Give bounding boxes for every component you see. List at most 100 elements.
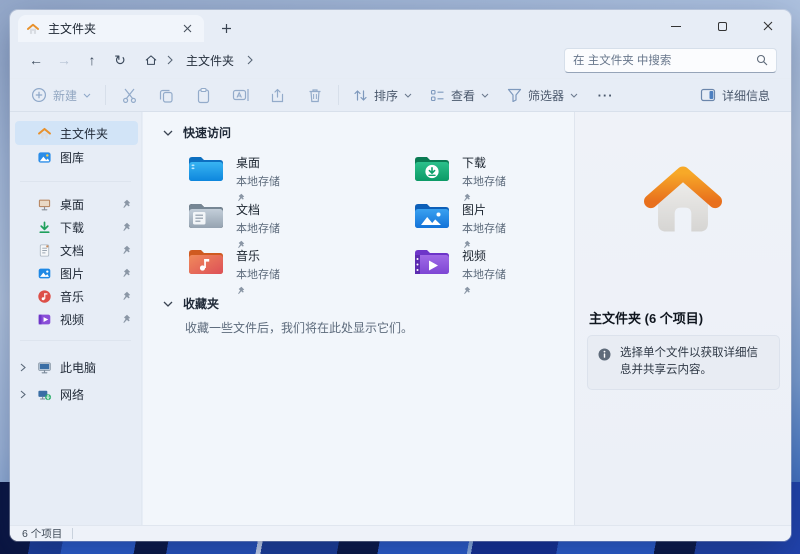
- details-panel-icon: [700, 88, 716, 102]
- file-explorer-window: 主文件夹 ← → ↑ ↻ 主文件夹: [10, 10, 791, 541]
- details-pane: 主文件夹 (6 个项目) 选择单个文件以获取详细信息并共享云内容。: [574, 112, 791, 525]
- new-button[interactable]: 新建: [22, 81, 100, 109]
- details-info-text: 选择单个文件以获取详细信息并共享云内容。: [620, 345, 769, 380]
- paste-button[interactable]: [185, 81, 222, 109]
- pin-icon: [121, 222, 131, 232]
- share-icon: [269, 87, 286, 104]
- sidebar-item-label: 下载: [60, 219, 84, 236]
- tab-home-folder[interactable]: 主文件夹: [18, 15, 204, 42]
- sidebar-separator: [20, 340, 131, 341]
- filter-button-label: 筛选器: [528, 87, 564, 104]
- item-count: 6 个项目: [22, 526, 62, 541]
- details-title: 主文件夹 (6 个项目): [589, 308, 703, 327]
- cut-button[interactable]: [111, 81, 148, 109]
- sort-icon: [353, 88, 368, 103]
- tile-name: 文档: [236, 201, 280, 218]
- sidebar-item-music[interactable]: 音乐: [15, 284, 138, 308]
- tile-name: 下载: [462, 154, 506, 171]
- sidebar-item-network[interactable]: 网络: [15, 382, 138, 406]
- tile-subtitle: 本地存储: [462, 266, 506, 282]
- search-input[interactable]: 在 主文件夹 中搜索: [564, 48, 777, 73]
- sidebar-item-home[interactable]: 主文件夹: [15, 121, 138, 145]
- chevron-down-icon: [163, 130, 173, 136]
- favorites-header[interactable]: 收藏夹: [163, 295, 219, 312]
- sidebar-item-downloads[interactable]: 下载: [15, 215, 138, 239]
- status-divider: [72, 528, 73, 539]
- sidebar-item-label: 图片: [60, 265, 84, 282]
- breadcrumb-separator-icon: [167, 55, 173, 65]
- gallery-icon: [37, 150, 52, 165]
- delete-button[interactable]: [296, 81, 333, 109]
- maximize-icon: [718, 22, 727, 31]
- sidebar-item-videos[interactable]: 视频: [15, 307, 138, 331]
- sidebar-item-pictures[interactable]: 图片: [15, 261, 138, 285]
- view-button[interactable]: 查看: [421, 81, 498, 109]
- pin-icon: [121, 199, 131, 209]
- downloads-icon: [37, 220, 52, 235]
- up-button[interactable]: ↑: [78, 46, 106, 74]
- sidebar-item-label: 桌面: [60, 196, 84, 213]
- breadcrumb-home-icon[interactable]: [144, 54, 158, 67]
- maximize-button[interactable]: [699, 10, 745, 42]
- minimize-button[interactable]: [653, 10, 699, 42]
- paste-icon: [195, 87, 212, 104]
- new-tab-button[interactable]: [216, 18, 236, 38]
- quick-access-title: 快速访问: [183, 124, 231, 141]
- tile-name: 视频: [462, 247, 506, 264]
- quick-access-header[interactable]: 快速访问: [163, 124, 231, 141]
- folder-desktop-icon: [187, 154, 225, 207]
- trash-icon: [307, 87, 323, 104]
- folder-music-icon: [187, 247, 225, 300]
- tile-name: 图片: [462, 201, 506, 218]
- folder-content-pane: 快速访问 桌面 本地存储 下载 本地存储 文档 本地存储: [143, 112, 574, 525]
- pin-icon: [462, 286, 471, 295]
- rename-icon: [232, 87, 250, 103]
- chevron-down-icon: [163, 301, 173, 307]
- status-bar: 6 个项目: [10, 525, 791, 541]
- copy-button[interactable]: [148, 81, 185, 109]
- folder-tile-music[interactable]: 音乐 本地存储: [187, 247, 387, 300]
- window-controls: [653, 10, 791, 42]
- rename-button[interactable]: [222, 81, 259, 109]
- tab-close-icon[interactable]: [179, 20, 196, 37]
- sidebar-item-desktop[interactable]: 桌面: [15, 192, 138, 216]
- more-options-button[interactable]: ···: [587, 81, 624, 109]
- favorites-title: 收藏夹: [183, 295, 219, 312]
- desktop-icon: [37, 197, 52, 212]
- expand-chevron-icon[interactable]: [20, 390, 26, 399]
- back-button[interactable]: ←: [22, 46, 50, 74]
- pin-icon: [236, 286, 245, 295]
- folder-downloads-icon: [413, 154, 451, 207]
- details-pane-toggle[interactable]: 详细信息: [691, 81, 779, 109]
- videos-icon: [37, 312, 52, 327]
- sidebar-item-gallery[interactable]: 图库: [15, 145, 138, 169]
- home-folder-large-icon: [631, 144, 735, 240]
- forward-button[interactable]: →: [50, 46, 78, 74]
- pin-icon: [121, 268, 131, 278]
- filter-button[interactable]: 筛选器: [498, 81, 587, 109]
- expand-chevron-icon[interactable]: [20, 363, 26, 372]
- sidebar-item-documents[interactable]: 文档: [15, 238, 138, 262]
- close-button[interactable]: [745, 10, 791, 42]
- sidebar-item-this-pc[interactable]: 此电脑: [15, 355, 138, 379]
- breadcrumb: 主文件夹: [144, 49, 253, 72]
- folder-tile-desktop[interactable]: 桌面 本地存储: [187, 154, 387, 207]
- tab-title: 主文件夹: [48, 20, 96, 37]
- share-button[interactable]: [259, 81, 296, 109]
- toolbar-separator: [105, 85, 106, 105]
- sort-button[interactable]: 排序: [344, 81, 421, 109]
- navigation-bar: ← → ↑ ↻ 主文件夹 在 主文件夹 中搜索: [10, 42, 791, 78]
- tab-bar: 主文件夹: [10, 10, 791, 42]
- sidebar-item-label: 此电脑: [60, 359, 96, 376]
- this-pc-icon: [37, 360, 52, 375]
- refresh-button[interactable]: ↻: [106, 46, 134, 74]
- breadcrumb-item-home[interactable]: 主文件夹: [182, 49, 238, 72]
- chevron-down-icon: [83, 93, 91, 98]
- chevron-down-icon: [481, 93, 489, 98]
- documents-icon: [37, 243, 52, 258]
- new-button-label: 新建: [53, 87, 77, 104]
- breadcrumb-separator-icon[interactable]: [247, 55, 253, 65]
- sidebar-item-label: 视频: [60, 311, 84, 328]
- sidebar-item-label: 网络: [60, 386, 84, 403]
- navigation-sidebar: 主文件夹 图库 桌面 下载 文档 图片 音乐: [10, 112, 142, 525]
